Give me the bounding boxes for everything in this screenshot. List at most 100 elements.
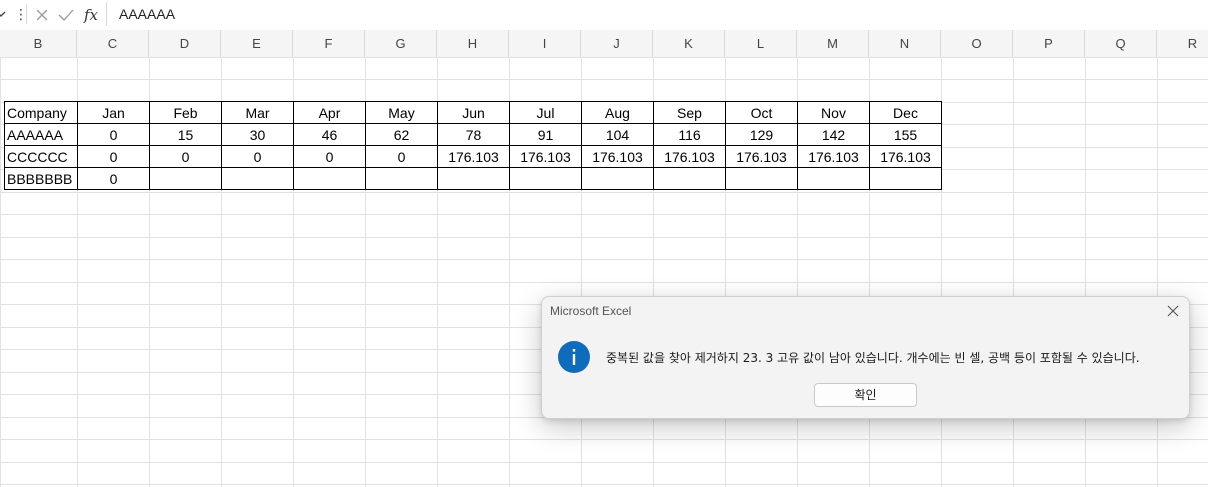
grid-column-line [1157,57,1158,487]
grid-row-line [0,237,1208,238]
table-cell[interactable]: 176.103 [653,145,726,168]
table-header-cell[interactable]: Apr [293,101,366,124]
table-cell[interactable]: 91 [509,123,582,146]
dialog-message: 중복된 값을 찾아 제거하지 23. 3 고유 값이 남아 있습니다. 개수에는… [606,351,1140,365]
table-cell[interactable]: 176.103 [797,145,870,168]
column-header-h[interactable]: H [437,30,509,57]
table-cell[interactable]: 142 [797,123,870,146]
table-cell[interactable]: 176.103 [509,145,582,168]
table-cell[interactable]: 0 [77,145,150,168]
table-cell[interactable]: AAAAAA [4,123,78,146]
table-cell[interactable]: 46 [293,123,366,146]
table-header-cell[interactable]: Aug [581,101,654,124]
table-header-cell[interactable]: Dec [869,101,942,124]
table-cell[interactable]: 0 [149,145,222,168]
column-header-j[interactable]: J [581,30,653,57]
table-header-cell[interactable]: Feb [149,101,222,124]
table-row: BBBBBBB 0 [4,167,942,190]
table-cell[interactable]: 0 [293,145,366,168]
table-cell[interactable] [725,167,798,190]
grid-row-line [0,484,1208,485]
table-cell[interactable]: 78 [437,123,510,146]
table-cell[interactable]: BBBBBBB [4,167,78,190]
more-options-icon[interactable]: ⋮ [14,6,28,22]
table-cell[interactable] [221,167,294,190]
table-header-cell[interactable]: Oct [725,101,798,124]
table-cell[interactable] [437,167,510,190]
table-cell[interactable]: 155 [869,123,942,146]
separator [26,4,27,24]
table-cell[interactable]: CCCCCC [4,145,78,168]
message-dialog: Microsoft Excel 중복된 값을 찾아 제거하지 23. 3 고유 … [541,296,1190,419]
column-header-row: B C D E F G H I J K L M N O P Q R [0,30,1208,58]
column-header-m[interactable]: M [797,30,869,57]
grid-row-line [0,439,1208,440]
column-header-d[interactable]: D [149,30,221,57]
chevron-down-icon[interactable] [0,6,6,22]
table-header-cell[interactable]: Jun [437,101,510,124]
info-icon [558,341,590,373]
column-header-g[interactable]: G [365,30,437,57]
table-cell[interactable] [581,167,654,190]
table-cell[interactable]: 62 [365,123,438,146]
column-header-i[interactable]: I [509,30,581,57]
table-cell[interactable] [509,167,582,190]
table-header-cell[interactable]: Company [4,101,78,124]
table-cell[interactable]: 129 [725,123,798,146]
formula-bar: ⋮ fx AAAAAA [0,0,1208,31]
table-row: AAAAAA 0 15 30 46 62 78 91 104 116 129 142 155 [4,123,942,146]
column-header-c[interactable]: C [77,30,149,57]
table-cell[interactable]: 176.103 [725,145,798,168]
ok-button[interactable]: 확인 [814,383,917,407]
grid-row-line [0,79,1208,80]
table-cell[interactable]: 0 [221,145,294,168]
formula-input[interactable]: AAAAAA [106,2,1208,26]
table-header-cell[interactable]: Mar [221,101,294,124]
close-icon[interactable] [1165,303,1181,319]
table-cell[interactable]: 104 [581,123,654,146]
table-cell[interactable]: 0 [77,167,150,190]
insert-function-button[interactable]: fx [80,5,102,25]
column-header-b[interactable]: B [0,30,77,57]
table-cell[interactable] [653,167,726,190]
table-cell[interactable]: 176.103 [437,145,510,168]
grid-row-line [0,259,1208,260]
column-header-k[interactable]: K [653,30,725,57]
column-header-l[interactable]: L [725,30,797,57]
table-header-cell[interactable]: Jul [509,101,582,124]
table-header-cell[interactable]: Nov [797,101,870,124]
table-cell[interactable]: 176.103 [581,145,654,168]
grid-column-line [1013,57,1014,487]
grid-row-line [0,462,1208,463]
table-cell[interactable]: 15 [149,123,222,146]
table-cell[interactable]: 176.103 [869,145,942,168]
table-row: CCCCCC 0 0 0 0 0 176.103 176.103 176.103 176.103 1… [4,145,942,168]
grid-column-line [1085,57,1086,487]
column-header-o[interactable]: O [941,30,1013,57]
cancel-icon[interactable] [31,5,53,25]
table-cell[interactable] [149,167,222,190]
table-cell[interactable]: 0 [365,145,438,168]
table-cell[interactable]: 30 [221,123,294,146]
table-header-row: Company Jan Feb Mar Apr May Jun Jul Aug Sep Oct Nov… [4,101,942,124]
table-cell[interactable] [869,167,942,190]
column-header-f[interactable]: F [293,30,365,57]
column-header-p[interactable]: P [1013,30,1085,57]
column-header-q[interactable]: Q [1085,30,1157,57]
table-header-cell[interactable]: Jan [77,101,150,124]
table-cell[interactable] [365,167,438,190]
table-header-cell[interactable]: Sep [653,101,726,124]
grid-row-line [0,282,1208,283]
column-header-n[interactable]: N [869,30,941,57]
table-cell[interactable]: 116 [653,123,726,146]
table-cell[interactable]: 0 [77,123,150,146]
dialog-title: Microsoft Excel [550,304,632,318]
table-cell[interactable] [797,167,870,190]
column-header-e[interactable]: E [221,30,293,57]
table-header-cell[interactable]: May [365,101,438,124]
table-cell[interactable] [293,167,366,190]
grid-row-line [0,192,1208,193]
enter-check-icon[interactable] [55,5,77,25]
grid-row-line [0,214,1208,215]
column-header-r[interactable]: R [1157,30,1208,57]
